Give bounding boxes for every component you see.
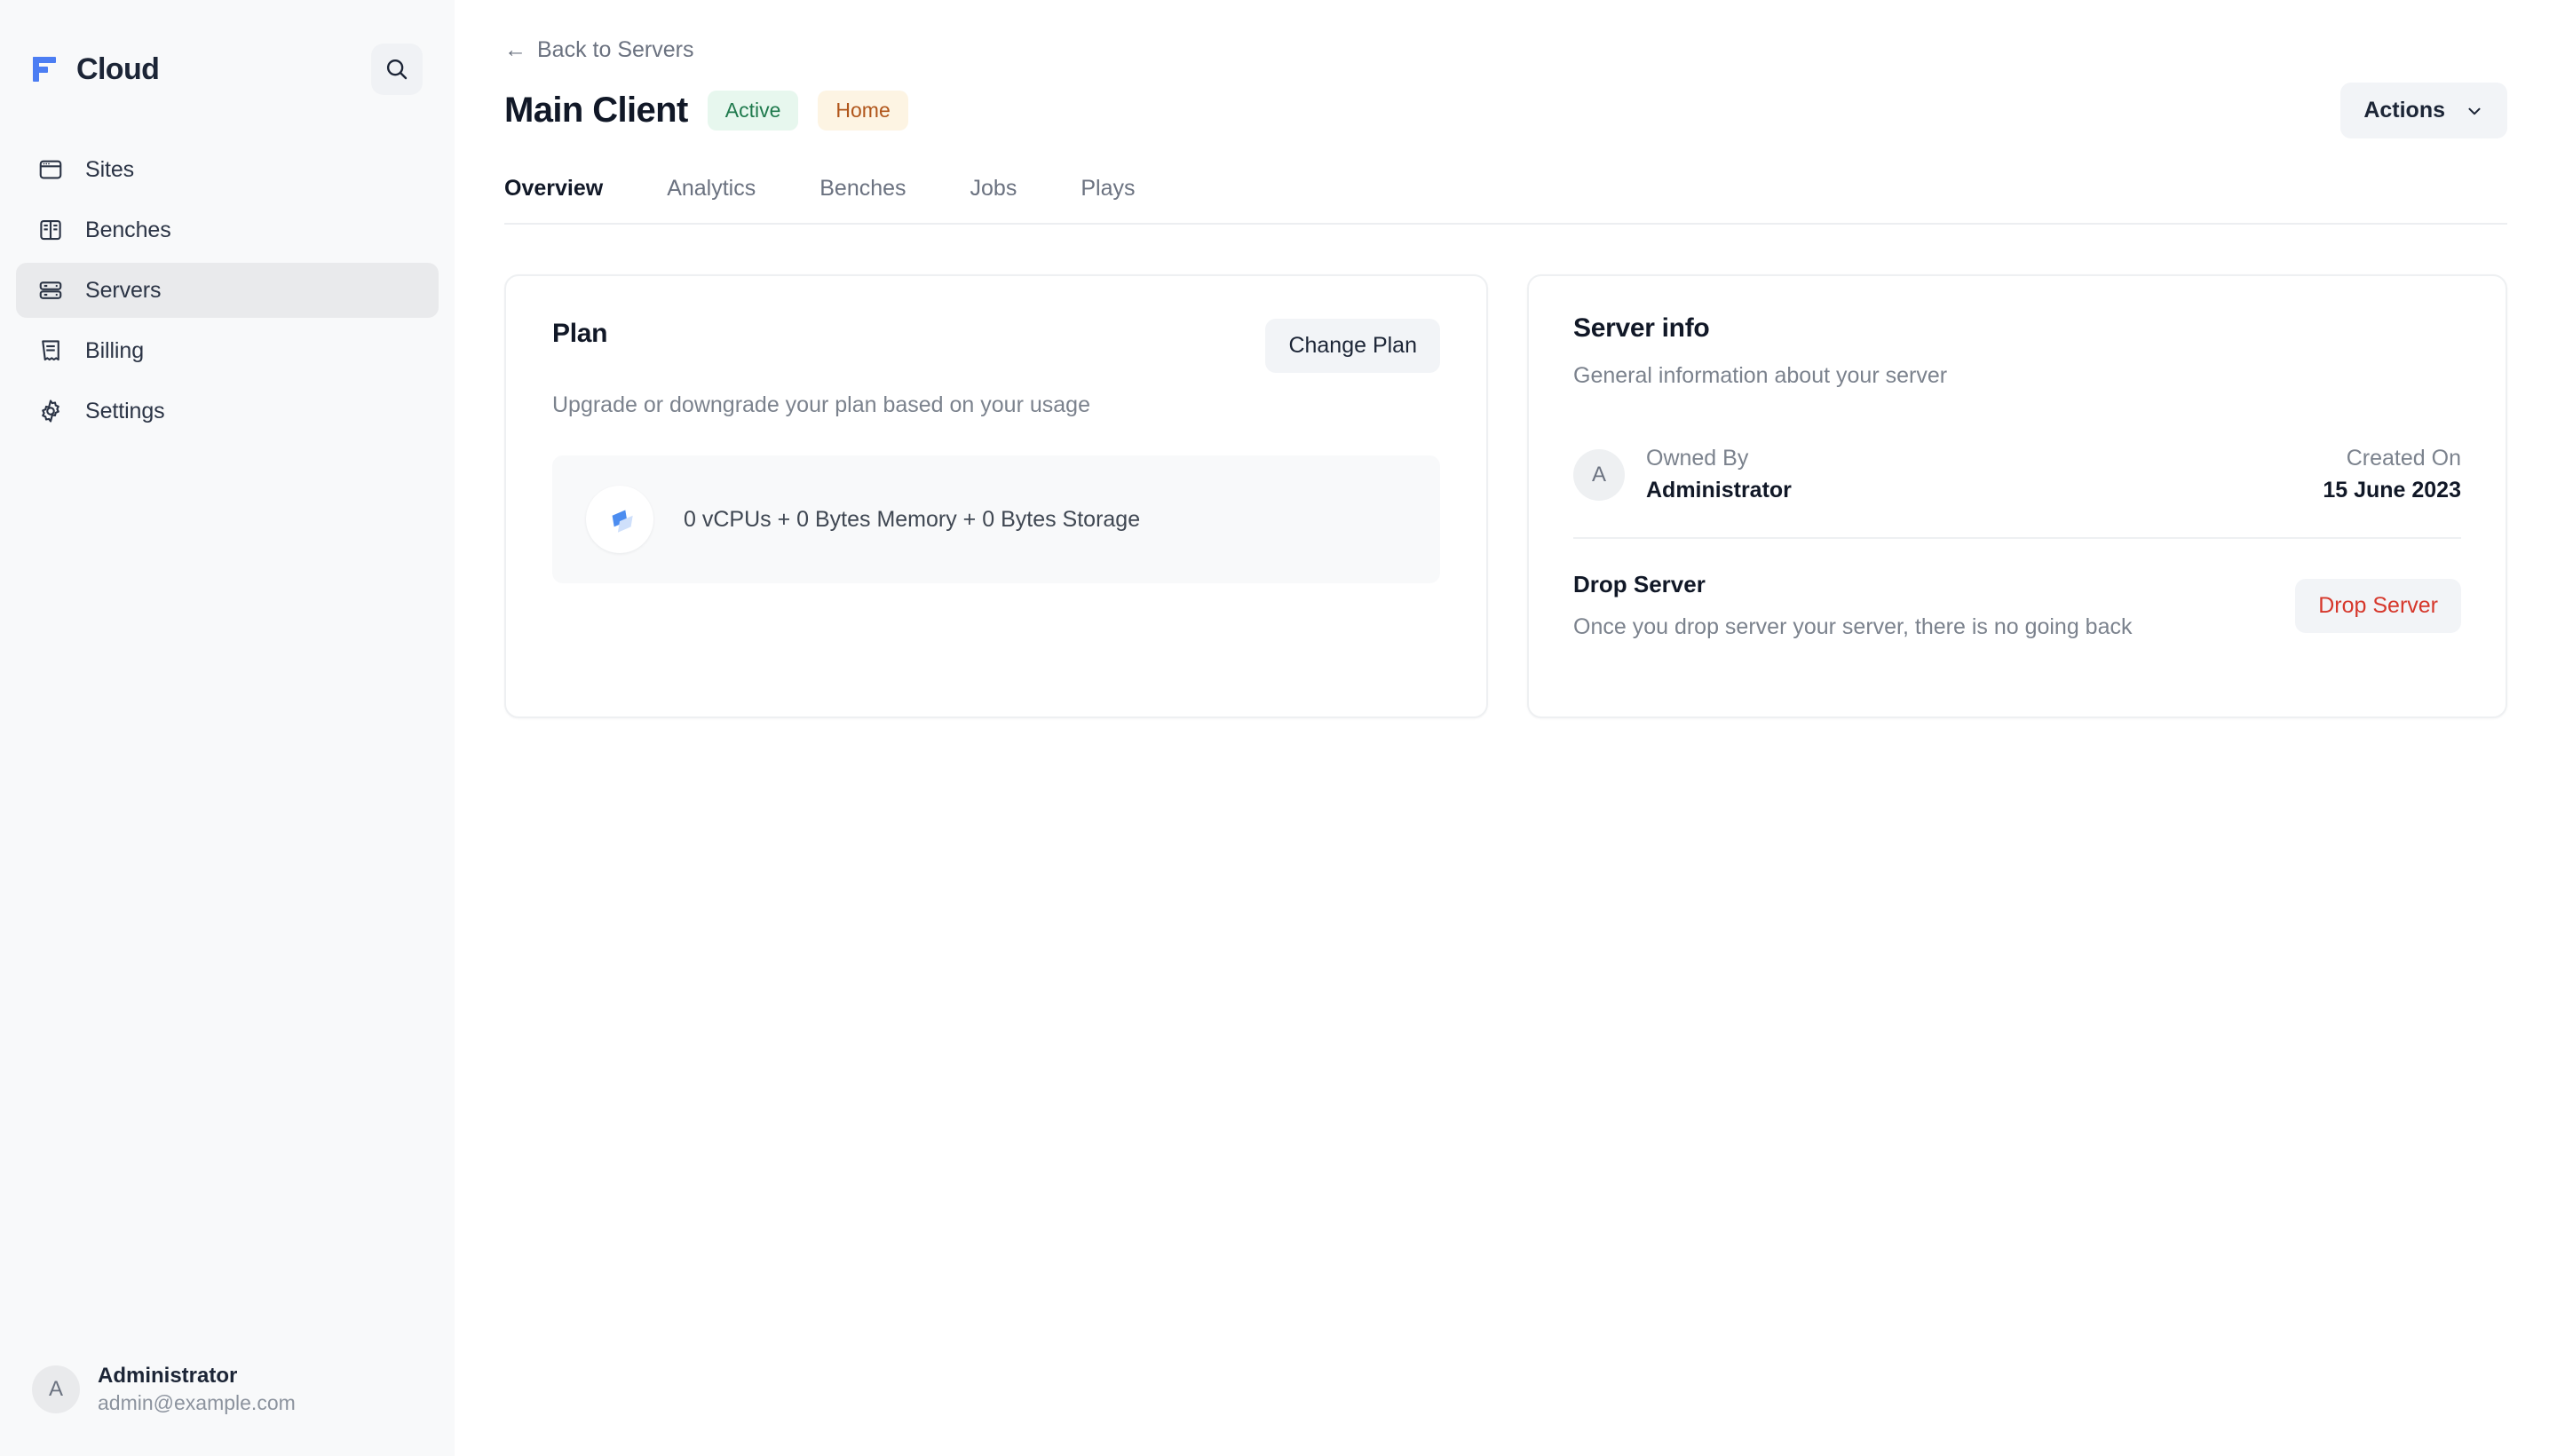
actions-button[interactable]: Actions: [2340, 83, 2507, 138]
search-icon: [384, 56, 410, 83]
receipt-icon: [36, 336, 66, 366]
sidebar-item-label: Sites: [85, 156, 135, 182]
drop-server-description: Once you drop server your server, there …: [1573, 614, 2133, 639]
sidebar-item-benches[interactable]: Benches: [16, 202, 439, 257]
user-email: admin@example.com: [98, 1391, 296, 1414]
tab-bar: Overview Analytics Benches Jobs Plays: [504, 176, 2507, 225]
search-button[interactable]: [371, 44, 423, 95]
server-info-title: Server info: [1573, 313, 1710, 343]
chevron-down-icon: [2465, 101, 2484, 121]
sidebar: Cloud Sites Benches Servers Billing Sett…: [0, 0, 455, 1456]
plan-card-title: Plan: [552, 319, 608, 348]
title-row: Main Client Active Home Actions: [504, 83, 2507, 138]
arrow-left-icon: ←: [504, 37, 526, 62]
sidebar-item-label: Settings: [85, 398, 165, 423]
created-on-value: 15 June 2023: [2323, 478, 2461, 502]
plan-blocks-icon: [586, 486, 653, 553]
owned-by-label: Owned By: [1646, 446, 1749, 471]
server-rack-icon: [36, 275, 66, 305]
app-root: Cloud Sites Benches Servers Billing Sett…: [0, 0, 2557, 1456]
user-meta: Administrator admin@example.com: [98, 1364, 296, 1415]
plan-card-subtitle: Upgrade or downgrade your plan based on …: [552, 392, 1090, 417]
sidebar-item-sites[interactable]: Sites: [16, 142, 439, 197]
server-info-rows: A Owned By Administrator Created On 15 J…: [1573, 446, 2461, 640]
avatar: A: [1573, 448, 1625, 501]
section-divider: [1573, 537, 2461, 539]
owned-by-field: Owned By Administrator: [1646, 446, 1792, 503]
title-left: Main Client Active Home: [504, 91, 908, 131]
brand[interactable]: Cloud: [32, 51, 160, 87]
sidebar-nav: Sites Benches Servers Billing Settings: [0, 142, 455, 439]
frappe-f-logo-icon: [32, 53, 64, 85]
owner-block: A Owned By Administrator: [1573, 446, 1792, 503]
back-to-servers-link[interactable]: ← Back to Servers: [504, 37, 693, 63]
browser-window-icon: [36, 154, 66, 185]
cards-grid: Plan Change Plan Upgrade or downgrade yo…: [455, 225, 2557, 718]
page-header: ← Back to Servers Main Client Active Hom…: [455, 0, 2557, 225]
change-plan-button[interactable]: Change Plan: [1265, 319, 1440, 373]
actions-button-label: Actions: [2363, 98, 2445, 123]
created-on-field: Created On 15 June 2023: [2323, 446, 2461, 503]
sidebar-item-servers[interactable]: Servers: [16, 263, 439, 318]
drop-server-section: Drop Server Once you drop server your se…: [1573, 571, 2461, 640]
avatar: A: [32, 1365, 80, 1413]
plan-card-header: Plan Change Plan: [552, 319, 1440, 373]
user-name: Administrator: [98, 1364, 238, 1388]
tab-analytics[interactable]: Analytics: [667, 176, 756, 223]
created-on-label: Created On: [2346, 446, 2461, 471]
tab-plays[interactable]: Plays: [1081, 176, 1135, 223]
sidebar-item-label: Billing: [85, 337, 144, 363]
sidebar-item-settings[interactable]: Settings: [16, 384, 439, 439]
server-info-subtitle: General information about your server: [1573, 363, 1948, 388]
sidebar-item-label: Benches: [85, 217, 171, 242]
current-plan-row: 0 vCPUs + 0 Bytes Memory + 0 Bytes Stora…: [552, 455, 1440, 583]
owner-created-row: A Owned By Administrator Created On 15 J…: [1573, 446, 2461, 503]
server-info-card: Server info General information about yo…: [1527, 274, 2507, 718]
drop-server-button[interactable]: Drop Server: [2295, 578, 2461, 633]
tab-jobs[interactable]: Jobs: [970, 176, 1017, 223]
tab-benches[interactable]: Benches: [819, 176, 906, 223]
sidebar-item-billing[interactable]: Billing: [16, 323, 439, 378]
back-link-label: Back to Servers: [537, 37, 694, 62]
gear-icon: [36, 396, 66, 426]
main-content: ← Back to Servers Main Client Active Hom…: [455, 0, 2557, 1456]
sidebar-header: Cloud: [0, 0, 455, 95]
plan-summary: 0 vCPUs + 0 Bytes Memory + 0 Bytes Stora…: [684, 506, 1141, 532]
drop-server-text: Drop Server Once you drop server your se…: [1573, 571, 2133, 640]
status-badge: Active: [707, 91, 799, 131]
tab-overview[interactable]: Overview: [504, 176, 603, 223]
region-badge: Home: [818, 91, 908, 131]
drop-server-title: Drop Server: [1573, 571, 1706, 597]
plan-card: Plan Change Plan Upgrade or downgrade yo…: [504, 274, 1488, 718]
sidebar-item-label: Servers: [85, 277, 162, 303]
owned-by-value: Administrator: [1646, 478, 1792, 502]
brand-name: Cloud: [76, 51, 160, 86]
page-title: Main Client: [504, 91, 688, 130]
user-profile[interactable]: A Administrator admin@example.com: [0, 1364, 455, 1456]
bench-columns-icon: [36, 215, 66, 245]
